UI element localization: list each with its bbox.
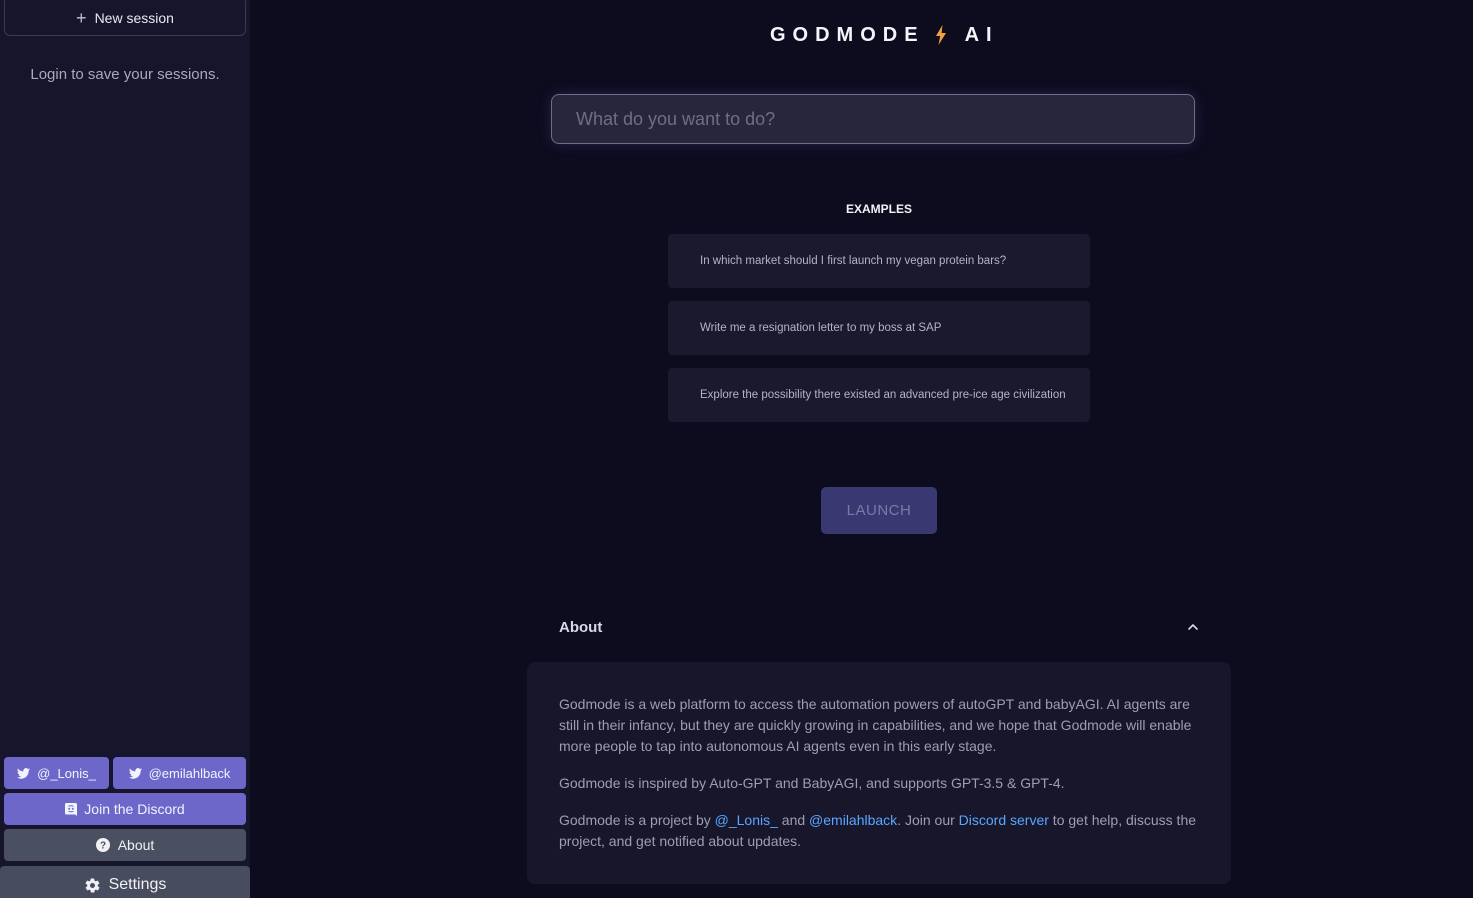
brand-name: GODMODE <box>770 23 925 46</box>
twitter-emilahlback-label: @emilahlback <box>148 765 231 781</box>
twitter-emilahlback-button[interactable]: @emilahlback <box>113 757 246 789</box>
about-paragraph-3: Godmode is a project by @_Lonis_ and @em… <box>559 810 1199 852</box>
brand-suffix: AI <box>964 23 999 46</box>
twitter-lonis-button[interactable]: @_Lonis_ <box>4 757 109 789</box>
about-paragraph-1: Godmode is a web platform to access the … <box>559 696 1192 754</box>
join-discord-button[interactable]: Join the Discord <box>4 793 246 825</box>
example-text: Explore the possibility there existed an… <box>700 389 1066 401</box>
social-links: @_Lonis_ @emilahlback <box>4 757 246 789</box>
question-circle-icon: ? <box>95 838 110 852</box>
plus-icon: + <box>76 8 87 28</box>
chevron-up-icon[interactable] <box>1187 623 1199 631</box>
about-panel: Godmode is a web platform to access the … <box>527 662 1231 884</box>
about-button[interactable]: ? About <box>4 829 246 861</box>
join-discord-label: Join the Discord <box>84 801 185 817</box>
discord-server-link[interactable]: Discord server <box>959 812 1049 828</box>
example-item[interactable]: Explore the possibility there existed an… <box>668 368 1090 422</box>
emilahlback-link[interactable]: @emilahlback <box>809 812 897 828</box>
new-session-button[interactable]: + New session <box>4 0 246 36</box>
new-session-label: New session <box>94 10 174 26</box>
about-paragraph-2: Godmode is inspired by Auto-GPT and Baby… <box>559 775 1065 791</box>
about-button-label: About <box>117 837 155 853</box>
twitter-icon <box>17 767 31 779</box>
sidebar: + New session Login to save your session… <box>0 0 250 898</box>
lonis-link[interactable]: @_Lonis_ <box>715 812 778 828</box>
brand-logo: GODMODE AI <box>770 22 999 48</box>
twitter-lonis-label: @_Lonis_ <box>37 765 96 781</box>
settings-button[interactable]: Settings <box>0 866 250 898</box>
about-section-title: About <box>559 618 603 636</box>
about-text: Godmode is a project by <box>559 812 715 828</box>
about-accordion-header[interactable]: About <box>527 610 1231 644</box>
svg-text:?: ? <box>100 841 106 852</box>
gear-icon <box>84 877 101 894</box>
settings-label: Settings <box>108 876 167 893</box>
twitter-icon <box>128 767 142 779</box>
about-text: . Join our <box>897 812 959 828</box>
examples-heading: EXAMPLES <box>845 202 912 216</box>
login-note: Login to save your sessions. <box>30 66 220 83</box>
example-item[interactable]: Write me a resignation letter to my boss… <box>668 301 1090 355</box>
example-text: Write me a resignation letter to my boss… <box>700 322 942 334</box>
lightning-bolt-icon <box>935 25 947 45</box>
about-text: and <box>777 812 810 828</box>
example-text: In which market should I first launch my… <box>700 255 1007 267</box>
example-item[interactable]: In which market should I first launch my… <box>668 234 1090 288</box>
launch-button[interactable]: LAUNCH <box>821 487 937 534</box>
goal-input[interactable] <box>551 94 1195 144</box>
app: + New session Login to save your session… <box>0 0 1473 898</box>
discord-icon <box>65 802 78 816</box>
